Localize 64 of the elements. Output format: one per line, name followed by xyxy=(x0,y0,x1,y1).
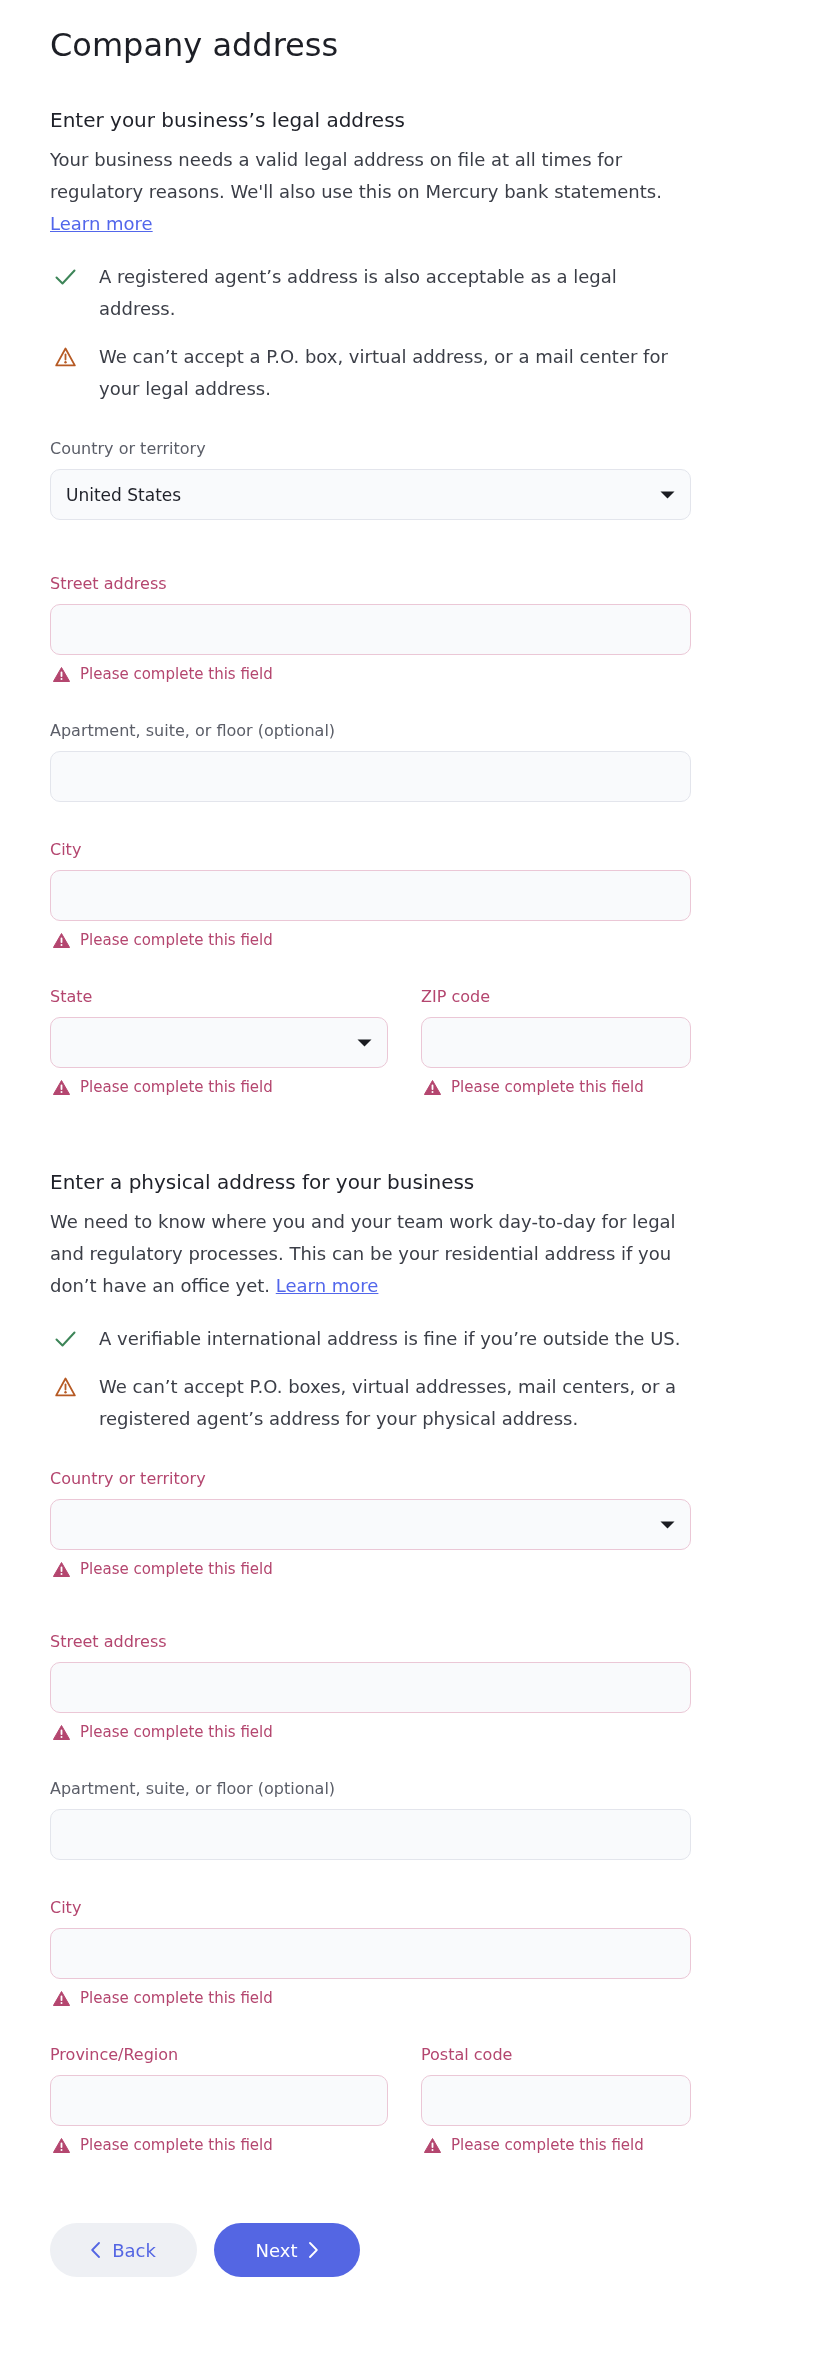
learn-more-link[interactable]: Learn more xyxy=(50,213,153,234)
field-label: Province/Region xyxy=(50,2045,179,2065)
error-message: Please complete this field xyxy=(80,1723,273,1741)
field-label: Street address xyxy=(50,1632,167,1652)
note-text: A registered agent’s address is also acceptable as a legal address. xyxy=(99,265,618,321)
text-input[interactable] xyxy=(421,2075,691,2126)
note-text: We can’t accept P.O. boxes, virtual addresses, mail centers, or a registered agent’s address for your physical address. xyxy=(99,1375,678,1431)
chevron-right-icon xyxy=(309,2242,319,2258)
warning-icon xyxy=(55,1377,76,1397)
text-input[interactable] xyxy=(50,2075,388,2126)
note-text: A verifiable international address is fine if you’re outside the US. xyxy=(99,1327,682,1351)
page-title: Company address xyxy=(50,25,339,66)
section-description: Your business needs a valid legal address on file at all times for regulatory reasons. We'll also use this on Mercury bank statements. Learn more xyxy=(50,148,663,236)
field-label: Postal code xyxy=(421,2045,513,2065)
field-label: Street address xyxy=(50,574,167,594)
field-label: City xyxy=(50,1898,82,1918)
field-label: State xyxy=(50,987,93,1007)
text-input[interactable] xyxy=(50,604,691,655)
back-button[interactable]: Back xyxy=(50,2223,197,2277)
check-icon xyxy=(55,1329,76,1349)
text-input[interactable] xyxy=(50,1662,691,1713)
field-label: Country or territory xyxy=(50,1469,206,1489)
text-input[interactable] xyxy=(50,1928,691,1979)
section-heading: Enter your business’s legal address xyxy=(50,107,405,134)
field-label: ZIP code xyxy=(421,987,490,1007)
text-input[interactable] xyxy=(50,1809,691,1860)
warning-icon xyxy=(53,932,70,948)
warning-icon xyxy=(53,1724,70,1740)
warning-icon xyxy=(55,347,76,367)
error-message: Please complete this field xyxy=(80,2136,273,2154)
section-description: We need to know where you and your team work day-to-day for legal and regulatory processes. This can be your residential address if you don’t have an office yet. Learn more xyxy=(50,1210,677,1298)
error-message: Please complete this field xyxy=(80,931,273,949)
error-message: Please complete this field xyxy=(451,2136,644,2154)
note-text: We can’t accept a P.O. box, virtual address, or a mail center for your legal address. xyxy=(99,345,669,401)
dropdown-select[interactable]: United States xyxy=(50,469,691,520)
warning-icon xyxy=(424,1079,441,1095)
chevron-left-icon xyxy=(91,2242,101,2258)
error-message: Please complete this field xyxy=(80,665,273,683)
error-message: Please complete this field xyxy=(451,1078,644,1096)
field-label: Country or territory xyxy=(50,439,206,459)
section-heading: Enter a physical address for your business xyxy=(50,1169,475,1196)
field-label: Apartment, suite, or floor (optional) xyxy=(50,721,336,741)
warning-icon xyxy=(53,666,70,682)
caret-icon xyxy=(660,490,675,499)
caret-icon xyxy=(660,1520,675,1529)
learn-more-link[interactable]: Learn more xyxy=(275,1275,379,1296)
error-message: Please complete this field xyxy=(80,1560,273,1578)
warning-icon xyxy=(424,2137,441,2153)
text-input[interactable] xyxy=(50,870,691,921)
check-icon xyxy=(55,267,76,287)
warning-icon xyxy=(53,1079,70,1095)
warning-icon xyxy=(53,1990,70,2006)
text-input[interactable] xyxy=(421,1017,691,1068)
error-message: Please complete this field xyxy=(80,1078,273,1096)
dropdown-select[interactable] xyxy=(50,1499,691,1550)
warning-icon xyxy=(53,1561,70,1577)
error-message: Please complete this field xyxy=(80,1989,273,2007)
warning-icon xyxy=(53,2137,70,2153)
dropdown-select[interactable] xyxy=(50,1017,388,1068)
text-input[interactable] xyxy=(50,751,691,802)
field-label: City xyxy=(50,840,82,860)
field-label: Apartment, suite, or floor (optional) xyxy=(50,1779,336,1799)
next-button[interactable]: Next xyxy=(214,2223,360,2277)
caret-icon xyxy=(357,1038,372,1047)
